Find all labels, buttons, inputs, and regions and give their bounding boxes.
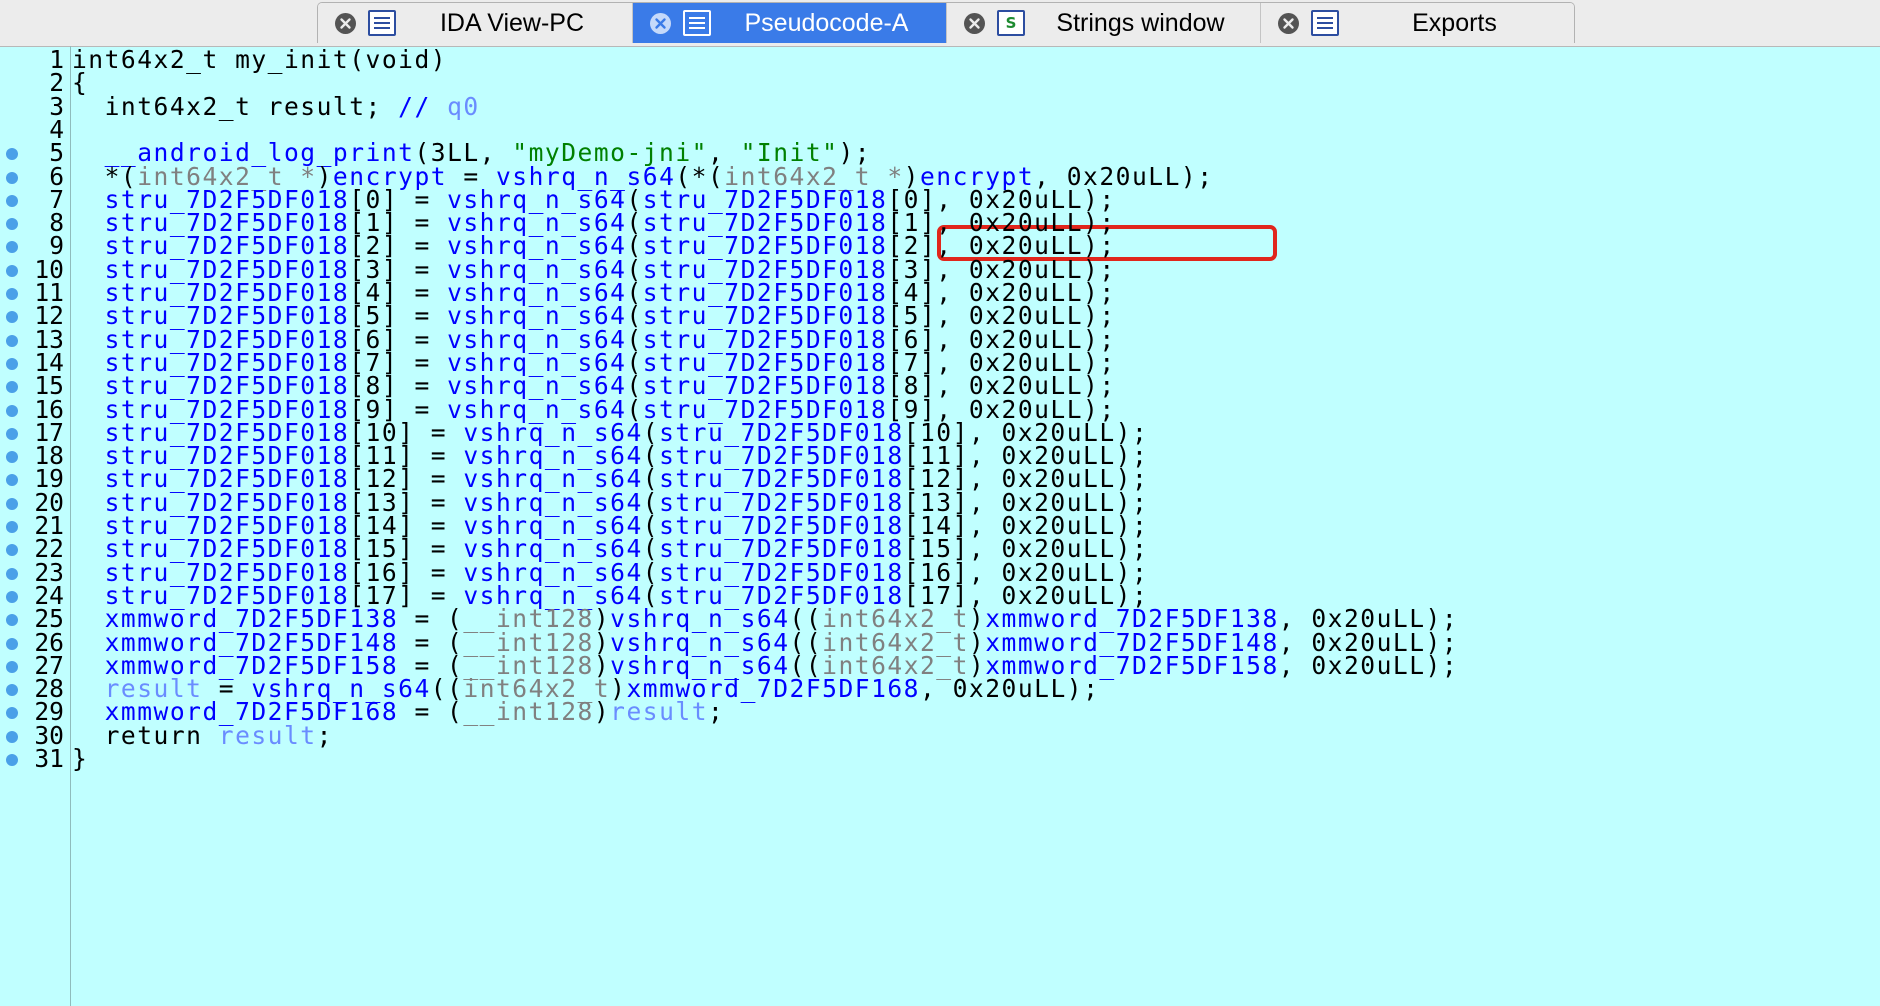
tab-strip: IDA View-PC Pseudocode-A S Strings window Ex…	[317, 2, 1575, 43]
code-token[interactable]: result	[219, 721, 317, 750]
tab-label: IDA View-PC	[439, 9, 585, 37]
breakpoint-marker-icon[interactable]	[6, 334, 18, 347]
code-token: }	[72, 744, 89, 773]
pseudocode-editor[interactable]: 1 int64x2_t my_init(void) 2{3 int64x2_t re…	[0, 46, 1880, 1006]
breakpoint-marker-icon[interactable]	[6, 264, 18, 277]
tab-bar: IDA View-PC Pseudocode-A S Strings window Ex…	[0, 0, 1880, 47]
tab-exports[interactable]: Exports	[1260, 3, 1574, 43]
code-text: return result;	[72, 720, 333, 750]
code-token: , 0x20uLL);	[1278, 650, 1459, 680]
breakpoint-marker-icon[interactable]	[6, 497, 18, 510]
disassembly-view-icon	[368, 10, 396, 36]
code-token: int64x2_t result;	[72, 91, 399, 121]
strings-icon: S	[997, 10, 1025, 36]
tab-label: Pseudocode-A	[744, 9, 909, 37]
pseudocode-icon	[683, 10, 711, 36]
tab-ida-view-pc[interactable]: IDA View-PC	[318, 3, 632, 43]
breakpoint-marker-icon[interactable]	[6, 474, 18, 487]
tab-label: Exports	[1412, 9, 1497, 37]
breakpoint-marker-icon[interactable]	[6, 427, 18, 440]
close-tab-icon[interactable]	[650, 13, 671, 34]
breakpoint-marker-icon[interactable]	[6, 218, 18, 231]
code-token: int64x2_t my_init(void)	[72, 45, 448, 74]
code-text: }	[72, 745, 88, 773]
code-token: ;	[708, 697, 725, 727]
breakpoint-marker-icon[interactable]	[6, 614, 18, 627]
close-tab-icon[interactable]	[335, 13, 356, 34]
code-text: int64x2_t my_init(void)	[72, 46, 447, 74]
breakpoint-marker-icon[interactable]	[6, 544, 18, 557]
breakpoint-marker-icon[interactable]	[6, 754, 18, 766]
code-token: __int128	[463, 697, 594, 727]
breakpoint-marker-icon[interactable]	[6, 148, 18, 161]
line-number: 31	[34, 744, 64, 773]
breakpoint-marker-icon[interactable]	[6, 730, 18, 743]
tab-strings-window[interactable]: S Strings window	[946, 3, 1260, 43]
breakpoint-marker-icon[interactable]	[6, 381, 18, 394]
code-token: ;	[316, 720, 333, 750]
code-token: , 0x20uLL);	[920, 674, 1100, 704]
breakpoint-marker-icon[interactable]	[6, 590, 18, 603]
code-token: return	[72, 720, 219, 750]
code-token[interactable]: result	[610, 697, 708, 726]
breakpoint-marker-icon[interactable]	[6, 241, 18, 254]
breakpoint-marker-icon[interactable]	[6, 637, 18, 650]
tab-label: Strings window	[1056, 9, 1225, 37]
tab-pseudocode-a[interactable]: Pseudocode-A	[632, 3, 946, 43]
breakpoint-marker-icon[interactable]	[6, 311, 18, 324]
breakpoint-marker-icon[interactable]	[6, 171, 18, 184]
exports-icon	[1311, 10, 1339, 36]
breakpoint-marker-icon[interactable]	[6, 660, 18, 673]
code-token[interactable]: //	[398, 92, 447, 121]
breakpoint-marker-icon[interactable]	[6, 684, 18, 697]
breakpoint-marker-icon[interactable]	[6, 707, 18, 720]
breakpoint-marker-icon[interactable]	[6, 194, 18, 207]
code-token: = (	[398, 697, 464, 727]
code-token: )	[593, 697, 611, 727]
breakpoint-marker-icon[interactable]	[6, 404, 18, 417]
code-text: int64x2_t result; // q0	[72, 91, 480, 121]
breakpoint-marker-icon[interactable]	[6, 451, 18, 464]
code-token[interactable]: q0	[447, 92, 480, 121]
breakpoint-marker-icon[interactable]	[6, 521, 18, 533]
close-tab-icon[interactable]	[964, 13, 985, 34]
breakpoint-marker-icon[interactable]	[6, 567, 18, 580]
breakpoint-marker-icon[interactable]	[6, 288, 18, 300]
breakpoint-marker-icon[interactable]	[6, 357, 18, 370]
close-tab-icon[interactable]	[1278, 13, 1299, 34]
